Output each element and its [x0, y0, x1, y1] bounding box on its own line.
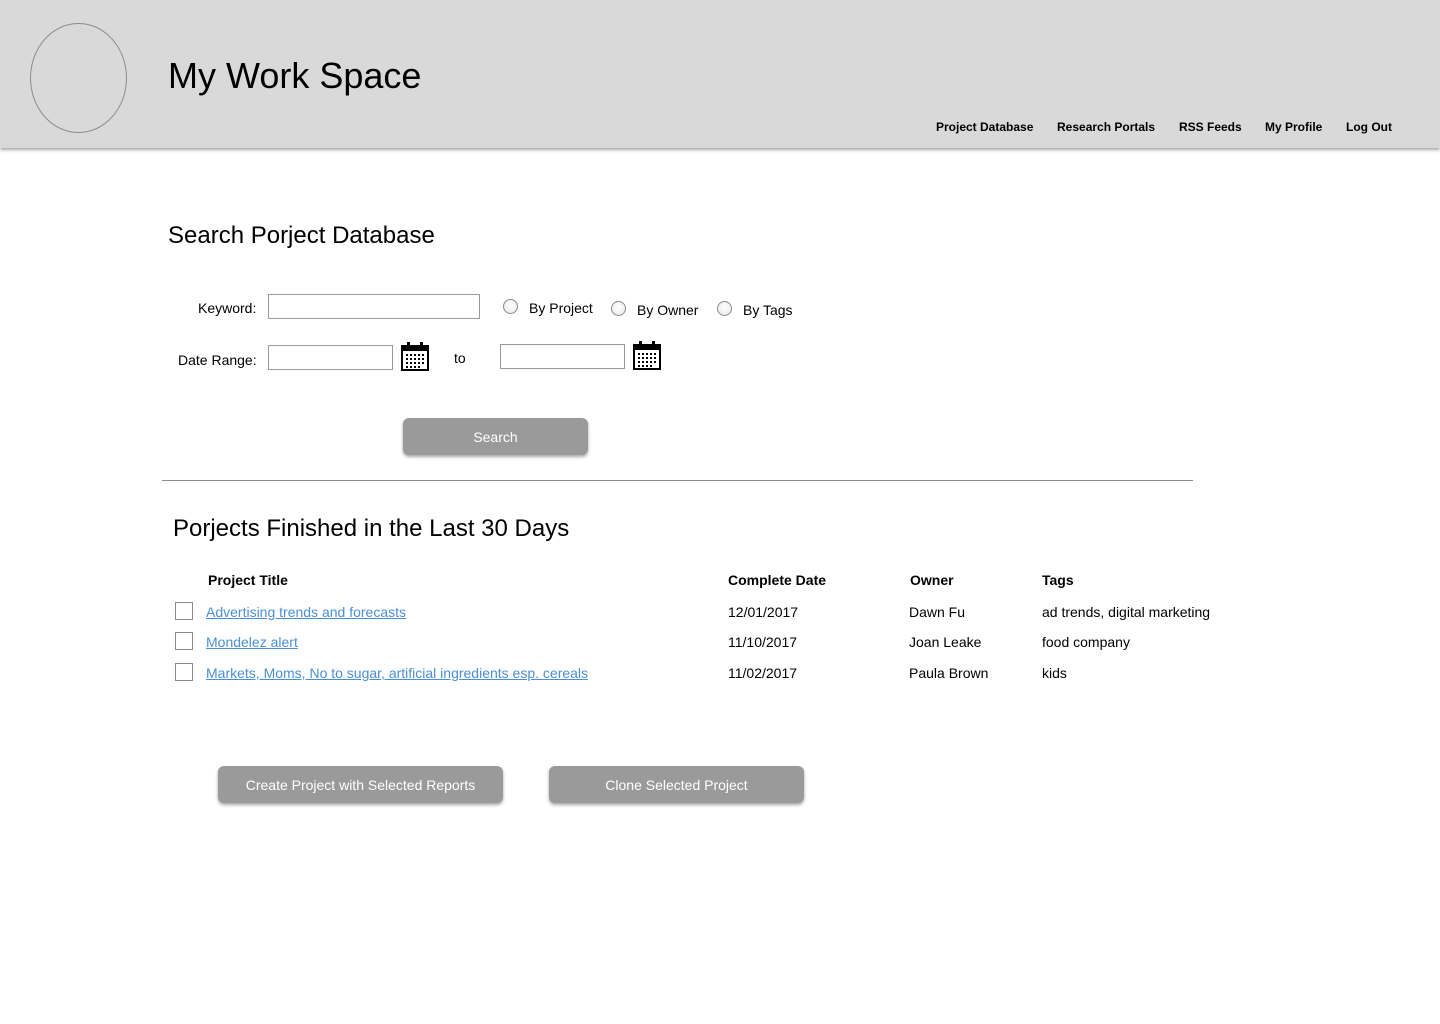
nav-research-portals[interactable]: Research Portals — [1057, 119, 1155, 135]
logo-placeholder-icon[interactable] — [30, 23, 127, 133]
date-to-input[interactable] — [500, 344, 625, 369]
row-checkbox[interactable] — [175, 632, 193, 650]
radio-by-owner-label: By Owner — [637, 302, 699, 318]
tags: ad trends, digital marketing — [1042, 604, 1211, 620]
nav-log-out[interactable]: Log Out — [1346, 119, 1392, 135]
owner: Joan Leake — [909, 634, 982, 650]
results-section-title: Porjects Finished in the Last 30 Days — [173, 515, 570, 542]
search-section-title: Search Porject Database — [168, 222, 435, 249]
top-nav: Project Database Research Portals RSS Fe… — [0, 119, 1440, 135]
column-header-complete-date: Complete Date — [728, 572, 827, 588]
table-row: Advertising trends and forecasts 12/01/2… — [0, 602, 1440, 624]
project-title-link[interactable]: Advertising trends and forecasts — [206, 603, 406, 621]
tags: food company — [1042, 634, 1130, 650]
keyword-input[interactable] — [268, 294, 480, 319]
owner: Dawn Fu — [909, 604, 966, 620]
date-range-label: Date Range: — [178, 352, 257, 368]
column-header-owner: Owner — [910, 572, 954, 588]
row-checkbox[interactable] — [175, 663, 193, 681]
owner: Paula Brown — [909, 665, 989, 681]
radio-circle-icon[interactable] — [611, 301, 626, 316]
nav-project-database[interactable]: Project Database — [936, 119, 1033, 135]
complete-date: 11/10/2017 — [728, 634, 798, 650]
project-title-link[interactable]: Mondelez alert — [206, 633, 298, 651]
column-header-project-title: Project Title — [208, 572, 288, 588]
create-project-button[interactable]: Create Project with Selected Reports — [218, 766, 503, 803]
radio-by-project-label: By Project — [529, 300, 593, 316]
radio-by-tags[interactable]: By Tags — [717, 301, 802, 321]
clone-project-button[interactable]: Clone Selected Project — [549, 766, 804, 803]
to-label: to — [454, 350, 466, 366]
radio-by-tags-label: By Tags — [743, 302, 793, 318]
table-row: Markets, Moms, No to sugar, artificial i… — [0, 663, 1440, 685]
section-divider — [162, 480, 1193, 481]
calendar-icon[interactable] — [633, 340, 661, 370]
calendar-icon[interactable] — [401, 341, 429, 371]
project-title-link[interactable]: Markets, Moms, No to sugar, artificial i… — [206, 664, 588, 682]
radio-circle-icon[interactable] — [503, 299, 518, 314]
radio-by-project[interactable]: By Project — [503, 299, 598, 319]
tags: kids — [1042, 665, 1067, 681]
app-title: My Work Space — [168, 55, 422, 96]
date-from-input[interactable] — [268, 345, 393, 370]
nav-my-profile[interactable]: My Profile — [1265, 119, 1322, 135]
column-header-tags: Tags — [1042, 572, 1074, 588]
complete-date: 12/01/2017 — [728, 604, 799, 620]
table-row: Mondelez alert 11/10/2017 Joan Leake foo… — [0, 632, 1440, 654]
radio-circle-icon[interactable] — [717, 301, 732, 316]
search-button[interactable]: Search — [403, 418, 588, 455]
app-header: My Work Space Project Database Research … — [0, 0, 1440, 148]
keyword-label: Keyword: — [198, 300, 257, 316]
radio-by-owner[interactable]: By Owner — [611, 301, 706, 321]
row-checkbox[interactable] — [175, 602, 193, 620]
complete-date: 11/02/2017 — [728, 665, 798, 681]
nav-rss-feeds[interactable]: RSS Feeds — [1179, 119, 1242, 135]
